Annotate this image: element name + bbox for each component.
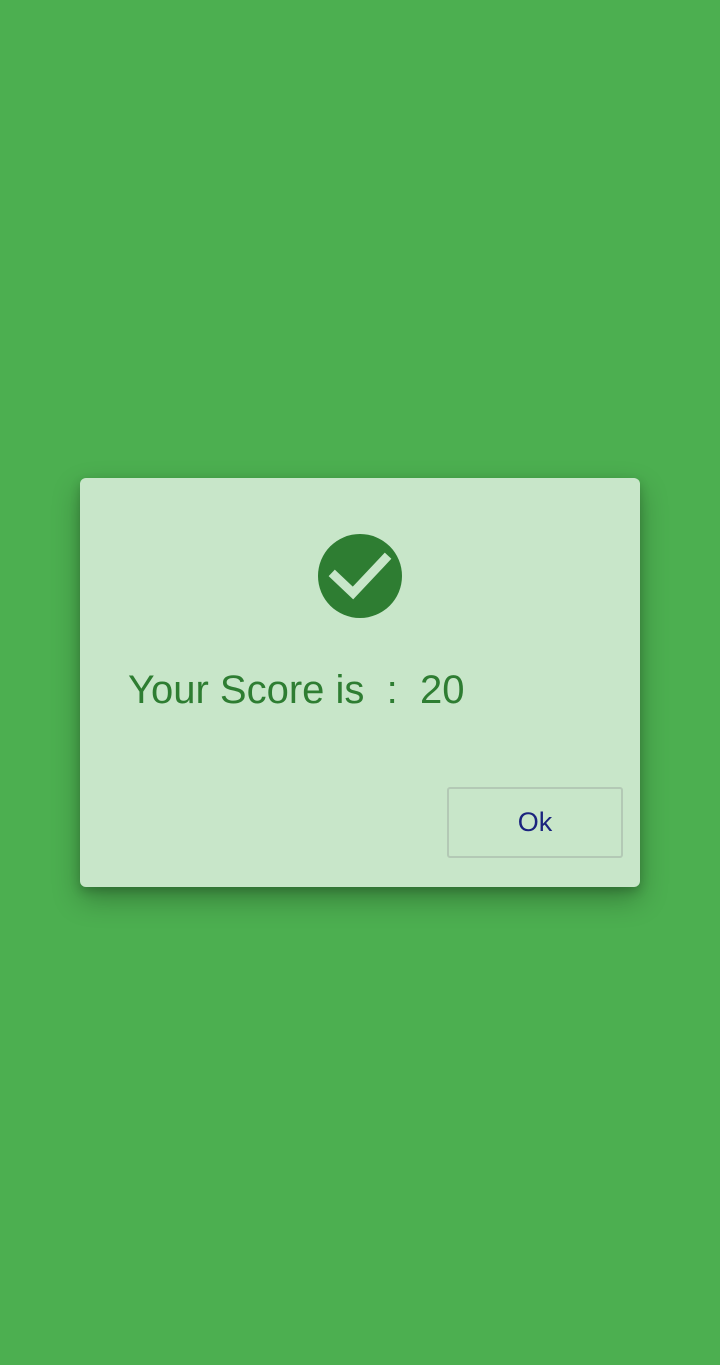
score-message: Your Score is : 20 — [128, 668, 465, 712]
background-screen: Your Score is : 20 Ok — [0, 0, 720, 1365]
check-circle-icon — [318, 534, 402, 618]
ok-button[interactable]: Ok — [447, 787, 623, 858]
ok-button-label: Ok — [517, 807, 553, 837]
score-dialog: Your Score is : 20 Ok — [80, 478, 640, 887]
